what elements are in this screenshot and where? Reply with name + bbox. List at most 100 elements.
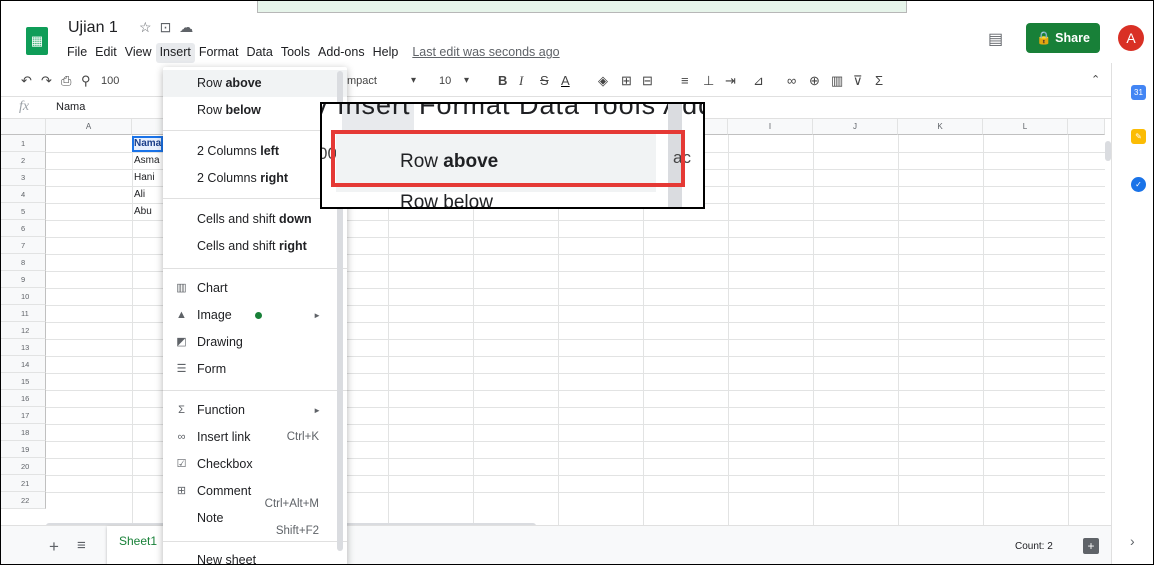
column-header[interactable]: A — [46, 119, 132, 135]
menu-item-comment[interactable]: ⊞ Comment Ctrl+Alt+M — [163, 478, 347, 510]
row-header[interactable]: 8 — [1, 254, 46, 271]
font-select[interactable]: mpact — [347, 75, 377, 87]
row-header[interactable]: 3 — [1, 169, 46, 186]
menu-view[interactable]: View — [121, 43, 156, 63]
menu-item-new-sheet[interactable]: New sheet — [163, 547, 347, 564]
last-edit-link[interactable]: Last edit was seconds ago — [408, 43, 563, 63]
row-header[interactable]: 6 — [1, 220, 46, 237]
expand-panel-icon[interactable]: › — [1130, 533, 1135, 549]
column-header[interactable]: J — [813, 119, 898, 135]
cell-b1[interactable]: Nama — [134, 136, 161, 152]
dropdown-icon[interactable]: ▾ — [411, 75, 416, 86]
cell-b5[interactable]: Abu — [134, 204, 152, 220]
row-header[interactable]: 9 — [1, 271, 46, 288]
row-header[interactable]: 21 — [1, 475, 46, 492]
strikethrough-icon[interactable]: S — [540, 73, 549, 88]
sheets-logo-icon[interactable]: ▦ — [26, 27, 48, 55]
menu-item-row-above[interactable]: Row above — [163, 70, 347, 97]
menu-insert[interactable]: Insert — [155, 43, 195, 63]
function-icon[interactable]: Σ — [875, 73, 883, 88]
avatar[interactable]: A — [1118, 25, 1144, 51]
menu-item-chart[interactable]: ▥ Chart — [163, 275, 347, 302]
menu-item-insert-link[interactable]: ∞ Insert link Ctrl+K — [163, 424, 347, 451]
wrap-icon[interactable]: ⇥ — [725, 73, 736, 89]
menu-data[interactable]: Data — [242, 43, 276, 63]
valign-icon[interactable]: ⊥ — [703, 73, 714, 89]
menu-item-checkbox[interactable]: ☑ Checkbox — [163, 451, 347, 478]
star-icon[interactable]: ☆ — [139, 19, 160, 35]
link-icon[interactable]: ∞ — [787, 73, 796, 88]
explore-icon[interactable]: + — [1083, 538, 1099, 554]
menu-tools[interactable]: Tools — [277, 43, 314, 63]
zoom-select[interactable]: 100 — [101, 75, 119, 87]
row-header[interactable]: 10 — [1, 288, 46, 305]
row-header[interactable]: 2 — [1, 152, 46, 169]
column-header[interactable]: L — [983, 119, 1068, 135]
bold-icon[interactable]: B — [498, 73, 507, 88]
row-header[interactable]: 22 — [1, 492, 46, 509]
undo-icon[interactable]: ↶ — [21, 73, 32, 89]
add-sheet-button[interactable]: + — [49, 537, 59, 557]
row-header[interactable]: 14 — [1, 356, 46, 373]
menu-edit[interactable]: Edit — [91, 43, 121, 63]
row-header[interactable]: 16 — [1, 390, 46, 407]
row-header[interactable]: 4 — [1, 186, 46, 203]
menu-item-shift-down[interactable]: Cells and shift down — [163, 206, 347, 233]
menu-addons[interactable]: Add-ons — [314, 43, 369, 63]
cell-b3[interactable]: Hani — [134, 170, 155, 186]
menu-item-drawing[interactable]: ◩ Drawing — [163, 329, 347, 356]
borders-icon[interactable]: ⊞ — [621, 73, 632, 89]
menu-file[interactable]: File — [63, 43, 91, 63]
print-icon[interactable]: ⎙ — [61, 73, 71, 89]
calendar-icon[interactable]: 31 — [1131, 85, 1146, 100]
dropdown-icon[interactable]: ▾ — [464, 75, 469, 86]
column-header[interactable]: K — [898, 119, 983, 135]
tasks-icon[interactable]: ✓ — [1131, 177, 1146, 192]
row-header[interactable]: 17 — [1, 407, 46, 424]
font-size-select[interactable]: 10 — [439, 75, 451, 87]
row-header[interactable]: 1 — [1, 135, 46, 152]
menu-item-shift-right[interactable]: Cells and shift right — [163, 233, 347, 260]
sheet-tab[interactable]: Sheet1 — [107, 526, 167, 564]
row-header[interactable]: 5 — [1, 203, 46, 220]
row-header[interactable]: 12 — [1, 322, 46, 339]
row-header[interactable]: 20 — [1, 458, 46, 475]
filter-icon[interactable]: ⊽ — [853, 73, 863, 89]
column-header[interactable] — [1068, 119, 1105, 135]
row-header[interactable]: 15 — [1, 373, 46, 390]
share-button[interactable]: 🔒 Share — [1026, 23, 1100, 53]
corner-cell[interactable] — [1, 119, 46, 135]
collapse-icon[interactable]: ⌃ — [1091, 73, 1100, 86]
italic-icon[interactable]: I — [519, 73, 523, 89]
menu-help[interactable]: Help — [369, 43, 403, 63]
row-header[interactable]: 13 — [1, 339, 46, 356]
count-status[interactable]: Count: 2 — [1015, 541, 1053, 552]
cell-b2[interactable]: Asma — [134, 153, 160, 169]
menu-format[interactable]: Format — [195, 43, 243, 63]
all-sheets-icon[interactable]: ≡ — [77, 537, 86, 554]
row-header[interactable]: 11 — [1, 305, 46, 322]
fill-color-icon[interactable]: ◈ — [598, 73, 608, 89]
text-color-icon[interactable]: A — [561, 73, 570, 88]
menu-item-image[interactable]: ▲ Image ► — [163, 302, 347, 329]
move-icon[interactable]: ⊡ — [160, 19, 180, 35]
column-header[interactable]: I — [728, 119, 813, 135]
cloud-status-icon[interactable]: ☁ — [179, 19, 201, 35]
comment-icon[interactable]: ⊕ — [809, 73, 820, 89]
paint-format-icon[interactable]: ⚲ — [81, 73, 91, 89]
menu-item-form[interactable]: ☰ Form — [163, 356, 347, 383]
document-title[interactable]: Ujian 1 — [68, 19, 118, 37]
keep-icon[interactable]: ✎ — [1131, 129, 1146, 144]
formula-input[interactable]: Nama — [56, 101, 85, 113]
comments-icon[interactable]: ▤ — [988, 29, 1003, 49]
row-header[interactable]: 19 — [1, 441, 46, 458]
cell-b4[interactable]: Ali — [134, 187, 145, 203]
chart-icon[interactable]: ▥ — [831, 73, 843, 89]
menu-item-function[interactable]: Σ Function ► — [163, 397, 347, 424]
row-header[interactable]: 18 — [1, 424, 46, 441]
redo-icon[interactable]: ↷ — [41, 73, 52, 89]
align-icon[interactable]: ≡ — [681, 73, 689, 88]
row-header[interactable]: 7 — [1, 237, 46, 254]
menu-item-note[interactable]: Note Shift+F2 — [163, 505, 347, 537]
rotate-icon[interactable]: ⊿ — [753, 73, 764, 89]
